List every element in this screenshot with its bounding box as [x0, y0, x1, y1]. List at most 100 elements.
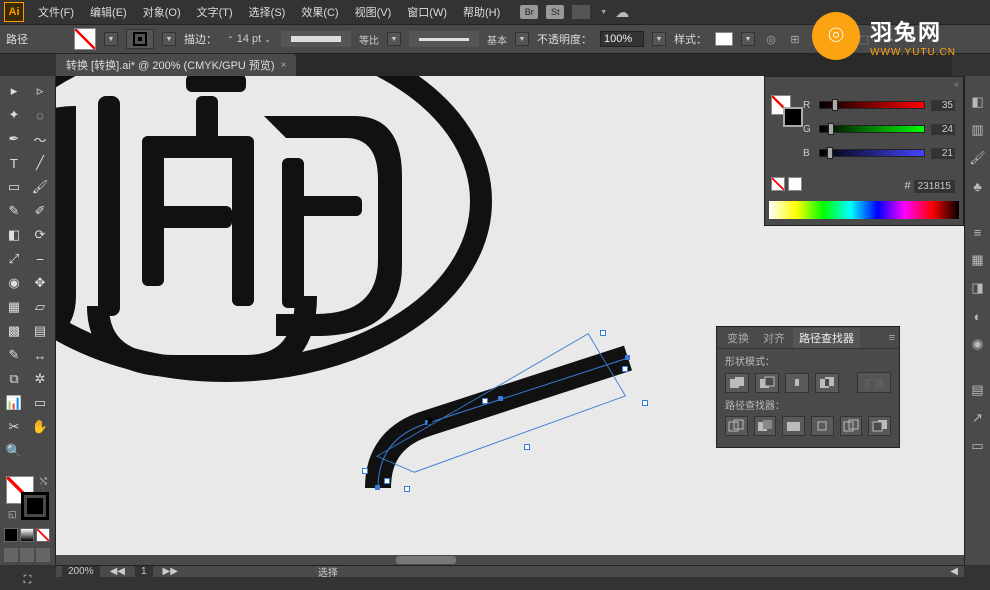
free-transform-tool[interactable]: ✥	[28, 272, 52, 294]
zoom-level-field[interactable]: 200%	[62, 566, 100, 577]
scroll-left-icon[interactable]: ◀	[950, 566, 958, 577]
direct-selection-tool[interactable]: ▹	[28, 80, 52, 102]
brush-definition[interactable]	[409, 31, 479, 47]
intersect-button[interactable]	[785, 373, 809, 393]
b-value[interactable]: 21	[931, 148, 955, 159]
r-value[interactable]: 35	[931, 100, 955, 111]
stroke-panel-icon[interactable]: ≡	[970, 224, 986, 240]
menu-select[interactable]: 选择(S)	[241, 0, 294, 24]
rotate-tool[interactable]: ⟳	[28, 224, 52, 246]
pencil-tool[interactable]: ✎	[2, 200, 26, 222]
menu-help[interactable]: 帮助(H)	[455, 0, 508, 24]
default-fill-stroke-icon[interactable]: ◱	[8, 509, 17, 520]
draw-behind[interactable]	[20, 548, 34, 562]
none-swatch-icon[interactable]	[771, 177, 785, 191]
draw-inside[interactable]	[36, 548, 50, 562]
artboard-nav-next-icon[interactable]: ▶▶	[163, 566, 178, 577]
document-tab[interactable]: 转换 [转换].ai* @ 200% (CMYK/GPU 预览) ×	[56, 54, 296, 76]
symbol-tool[interactable]: ✲	[28, 368, 52, 390]
blend-tool[interactable]: ⧉	[2, 368, 26, 390]
asset-export-panel-icon[interactable]: ↗	[970, 410, 986, 426]
merge-button[interactable]	[782, 416, 805, 436]
tab-pathfinder[interactable]: 路径查找器	[793, 328, 860, 348]
menu-object[interactable]: 对象(O)	[135, 0, 189, 24]
brushes-panel-icon[interactable]: 🖌	[970, 150, 986, 166]
scale-tool[interactable]: ⤢	[2, 248, 26, 270]
graph-tool[interactable]: 📊	[2, 392, 26, 414]
slice-tool[interactable]: ✂	[2, 416, 26, 438]
outline-button[interactable]	[840, 416, 863, 436]
artboard-number-field[interactable]: 1	[135, 566, 153, 577]
warp-tool[interactable]: ◉	[2, 272, 26, 294]
expand-button[interactable]: 扩展	[857, 372, 891, 393]
shape-builder-tool[interactable]: ▦	[2, 296, 26, 318]
properties-panel-icon[interactable]: ◧	[970, 94, 986, 110]
color-panel-swatches[interactable]	[771, 95, 791, 115]
gradient-panel-icon[interactable]: ◨	[970, 280, 986, 296]
white-swatch-icon[interactable]	[788, 177, 802, 191]
gradient-tool[interactable]: ▤	[28, 320, 52, 342]
lasso-tool[interactable]: ◌	[28, 104, 52, 126]
panel-menu-icon[interactable]: ≡	[889, 332, 895, 344]
b-slider[interactable]	[819, 149, 925, 157]
menu-effect[interactable]: 效果(C)	[293, 0, 346, 24]
crop-button[interactable]	[811, 416, 834, 436]
sync-icon[interactable]: ☁	[615, 4, 629, 21]
hex-field[interactable]: 231815	[914, 180, 955, 193]
swatches-panel-icon[interactable]: ▦	[970, 252, 986, 268]
g-slider[interactable]	[819, 125, 925, 133]
measure-tool[interactable]: ↔	[28, 344, 52, 366]
stroke-dropdown[interactable]: ▼	[162, 32, 176, 46]
unite-button[interactable]	[725, 373, 749, 393]
screen-mode-button[interactable]: ⛶	[16, 570, 39, 590]
perspective-tool[interactable]: ▱	[28, 296, 52, 318]
color-panel-stroke-swatch[interactable]	[783, 107, 803, 127]
workspace-switcher[interactable]	[572, 5, 590, 19]
close-tab-button[interactable]: ×	[281, 60, 287, 71]
divide-button[interactable]	[725, 416, 748, 436]
rectangle-tool[interactable]: ▭	[2, 176, 26, 198]
menu-window[interactable]: 窗口(W)	[399, 0, 455, 24]
color-spectrum[interactable]	[769, 201, 959, 219]
libraries-panel-icon[interactable]: ▥	[970, 122, 986, 138]
r-slider[interactable]	[819, 101, 925, 109]
color-mode-gradient[interactable]	[20, 528, 34, 542]
stroke-weight-field[interactable]: ⌃ 14 pt ⌄	[225, 33, 273, 45]
color-mode-solid[interactable]	[4, 528, 18, 542]
g-value[interactable]: 24	[931, 124, 955, 135]
curvature-tool[interactable]: ～	[28, 128, 52, 150]
trim-button[interactable]	[754, 416, 777, 436]
magic-wand-tool[interactable]: ✦	[2, 104, 26, 126]
layers-panel-icon[interactable]: ▤	[970, 382, 986, 398]
fill-stroke-indicator[interactable]: ⤭ ◱	[6, 476, 49, 520]
menu-type[interactable]: 文字(T)	[189, 0, 241, 24]
hand-tool[interactable]: ✋	[28, 416, 52, 438]
symbols-panel-icon[interactable]: ♣	[970, 178, 986, 194]
tab-align[interactable]: 对齐	[757, 328, 791, 348]
mesh-tool[interactable]: ▩	[2, 320, 26, 342]
swap-fill-stroke-icon[interactable]: ⤭	[40, 476, 47, 487]
zoom-tool[interactable]: 🔍	[2, 440, 26, 462]
fill-swatch[interactable]	[74, 28, 96, 50]
variable-width-profile[interactable]	[281, 31, 351, 47]
recolor-icon[interactable]: ◎	[763, 31, 779, 47]
fill-dropdown[interactable]: ▼	[104, 32, 118, 46]
isolate-icon[interactable]: ⬚	[856, 31, 872, 47]
type-tool[interactable]: T	[2, 152, 26, 174]
artboards-panel-icon[interactable]: ▭	[970, 438, 986, 454]
selection-tool[interactable]: ▸	[2, 80, 26, 102]
panel-collapse-icon[interactable]: «	[954, 79, 959, 89]
eraser-tool[interactable]: ◧	[2, 224, 26, 246]
draw-normal[interactable]	[4, 548, 18, 562]
tab-transform[interactable]: 变换	[721, 328, 755, 348]
brush-tool[interactable]: 🖌	[28, 176, 52, 198]
transform-button[interactable]: 变换	[826, 31, 848, 47]
pen-tool[interactable]: ✒	[2, 128, 26, 150]
opacity-field[interactable]: 100%	[600, 31, 644, 47]
line-tool[interactable]: ╱	[28, 152, 52, 174]
horizontal-scrollbar[interactable]	[56, 555, 964, 565]
minus-front-button[interactable]	[755, 373, 779, 393]
more-options-icon[interactable]: ⋯	[880, 31, 896, 47]
align-icon[interactable]: ⊞	[787, 31, 803, 47]
menu-view[interactable]: 视图(V)	[347, 0, 400, 24]
